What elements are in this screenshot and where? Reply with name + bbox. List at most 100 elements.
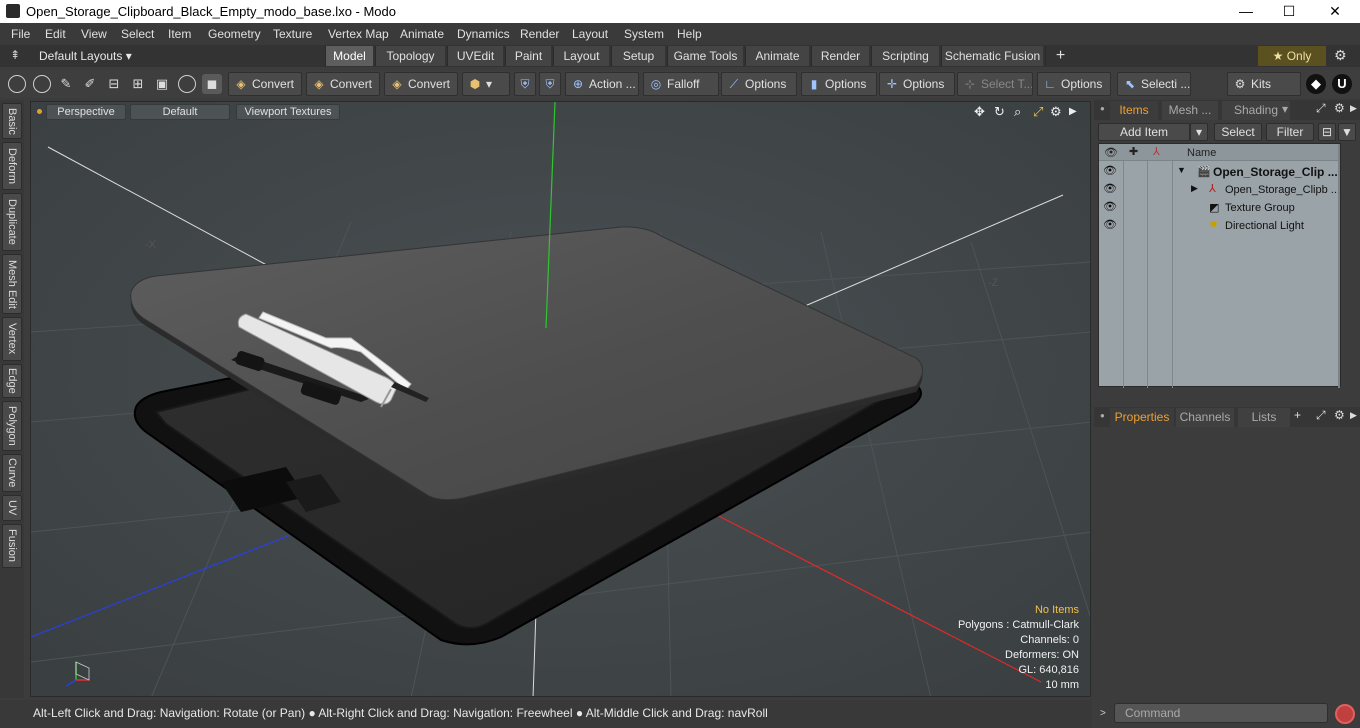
tab-game-tools[interactable]: Game Tools xyxy=(667,46,743,66)
convert-button-2[interactable]: ◈ Convert xyxy=(306,72,380,96)
tab-uv[interactable]: UV xyxy=(2,495,22,521)
cube-icon[interactable]: ◼ xyxy=(202,74,222,94)
scene-render[interactable] xyxy=(31,102,1091,697)
command-input[interactable]: Command xyxy=(1114,703,1328,723)
options-button-1[interactable]: ⟋ Options xyxy=(721,72,797,96)
tab-fusion[interactable]: Fusion xyxy=(2,524,22,568)
globe-icon[interactable] xyxy=(33,75,51,93)
unreal-icon[interactable]: U xyxy=(1332,74,1352,94)
rotate-icon[interactable]: ↻ xyxy=(994,104,1005,120)
pen-icon[interactable]: ✎ xyxy=(56,74,76,94)
tab-channels[interactable]: Channels xyxy=(1176,408,1234,427)
fit-icon[interactable]: ⤢ xyxy=(1033,104,1043,120)
gear-icon[interactable]: ⚙ xyxy=(1334,47,1347,64)
funnel-icon[interactable]: ▼ xyxy=(1338,123,1356,141)
expand-arrow-icon[interactable]: ▶ xyxy=(1069,106,1077,117)
menu-vertex-map[interactable]: Vertex Map xyxy=(328,27,389,41)
convert-button-3[interactable]: ◈ Convert xyxy=(384,72,458,96)
tab-animate[interactable]: Animate xyxy=(745,46,809,66)
panel-settings-icon[interactable]: ⚙ xyxy=(1334,408,1345,422)
panel-settings-icon[interactable]: ⚙ xyxy=(1334,101,1345,115)
tab-deform[interactable]: Deform xyxy=(2,142,22,190)
tab-schematic-fusion[interactable]: Schematic Fusion xyxy=(941,46,1043,66)
only-toggle[interactable]: ★ Only xyxy=(1258,46,1326,66)
action-center-button[interactable]: ⊕ Action ... xyxy=(565,72,639,96)
menu-file[interactable]: File xyxy=(11,27,30,41)
menu-select[interactable]: Select xyxy=(121,27,154,41)
add-tab-button[interactable]: + xyxy=(1294,408,1301,422)
tab-edge[interactable]: Edge xyxy=(2,364,22,398)
menu-item[interactable]: Item xyxy=(168,27,191,41)
list-item[interactable]: 👁 ✹ Directional Light xyxy=(1099,217,1340,235)
tab-scripting[interactable]: Scripting xyxy=(871,46,939,66)
name-column-header[interactable]: Name xyxy=(1187,147,1216,159)
tab-properties[interactable]: Properties xyxy=(1110,408,1174,427)
panel-expand-icon[interactable]: ▶ xyxy=(1350,410,1357,421)
menu-dynamics[interactable]: Dynamics xyxy=(457,27,510,41)
close-button[interactable]: ✕ xyxy=(1320,2,1350,21)
tab-topology[interactable]: Topology xyxy=(375,46,445,66)
minimize-button[interactable]: — xyxy=(1231,2,1261,21)
add-item-button[interactable]: Add Item xyxy=(1098,123,1190,141)
visibility-eye-icon[interactable]: 👁 xyxy=(1103,164,1117,177)
maximize-button[interactable]: ☐ xyxy=(1274,2,1304,21)
tab-paint[interactable]: Paint xyxy=(505,46,551,66)
visibility-eye-icon[interactable]: 👁 xyxy=(1103,182,1117,195)
shading-default-dropdown[interactable]: Default xyxy=(130,104,230,120)
falloff-button[interactable]: ◎ Falloff xyxy=(643,72,719,96)
viewport-textures-dropdown[interactable]: Viewport Textures xyxy=(236,104,340,120)
menu-help[interactable]: Help xyxy=(677,27,702,41)
add-tab-button[interactable]: + xyxy=(1045,46,1075,66)
symmetry-icon-button[interactable]: ⛨ xyxy=(539,72,561,96)
tabs-dropdown-icon[interactable]: ▾ xyxy=(1282,102,1288,116)
edges-icon[interactable]: ⊟ xyxy=(104,74,124,94)
menu-edit[interactable]: Edit xyxy=(45,27,66,41)
select-through-button[interactable]: ⊹ Select T... xyxy=(957,72,1033,96)
3d-viewport[interactable]: -X -Z Perspective Default Viewport Textu… xyxy=(30,101,1091,697)
tab-mesh-edit[interactable]: Mesh Edit xyxy=(2,254,22,314)
add-item-dropdown[interactable]: ▾ xyxy=(1190,123,1208,141)
tab-model[interactable]: Model xyxy=(325,46,373,66)
options-button-4[interactable]: ∟ Options xyxy=(1037,72,1111,96)
menu-system[interactable]: System xyxy=(624,27,664,41)
menu-texture[interactable]: Texture xyxy=(273,27,312,41)
tab-basic[interactable]: Basic xyxy=(2,103,22,139)
kits-button[interactable]: ⚙ Kits xyxy=(1227,72,1301,96)
tab-vertex[interactable]: Vertex xyxy=(2,317,22,361)
tab-items[interactable]: Items xyxy=(1110,101,1158,120)
item-list[interactable]: 👁 ✚ ⅄ Name 👁 ▼ 🎬 Open_Storage_Clip ... 👁… xyxy=(1098,143,1341,388)
tab-duplicate[interactable]: Duplicate xyxy=(2,193,22,251)
tab-lists[interactable]: Lists xyxy=(1238,408,1290,427)
convert-button-1[interactable]: ◈ Convert xyxy=(228,72,302,96)
lock-column-icon[interactable]: ✚ xyxy=(1129,145,1138,158)
selection-sets-button[interactable]: ⬉ Selecti ... xyxy=(1117,72,1191,96)
perspective-dropdown[interactable]: Perspective xyxy=(46,104,126,120)
expand-arrow-icon[interactable]: ▼ xyxy=(1177,165,1186,175)
list-item[interactable]: 👁 ▼ 🎬 Open_Storage_Clip ... xyxy=(1099,163,1340,181)
menu-view[interactable]: View xyxy=(81,27,107,41)
maximize-panel-icon[interactable]: ⤢ xyxy=(1316,408,1326,423)
tab-uvedit[interactable]: UVEdit xyxy=(447,46,503,66)
zoom-icon[interactable]: ⌕ xyxy=(1014,104,1021,120)
mesh-dropdown[interactable]: ⬢ ▾ xyxy=(462,72,510,96)
materials-icon[interactable] xyxy=(178,75,196,93)
list-item[interactable]: 👁 ▶ ⅄ Open_Storage_Clipb ... xyxy=(1099,181,1340,199)
polygons-icon[interactable]: ⊞ xyxy=(128,74,148,94)
options-button-2[interactable]: ▮ Options xyxy=(801,72,877,96)
tab-render[interactable]: Render xyxy=(811,46,869,66)
options-button-3[interactable]: ✛ Options xyxy=(879,72,955,96)
tab-setup[interactable]: Setup xyxy=(611,46,665,66)
pan-icon[interactable]: ✥ xyxy=(974,104,985,120)
items-icon[interactable]: ▣ xyxy=(152,74,172,94)
filter-button[interactable]: Filter xyxy=(1266,123,1314,141)
tab-shading[interactable]: Shading xyxy=(1222,101,1290,120)
visibility-eye-icon[interactable]: 👁 xyxy=(1103,200,1117,213)
menu-render[interactable]: Render xyxy=(520,27,559,41)
menu-geometry[interactable]: Geometry xyxy=(208,27,261,41)
tab-polygon[interactable]: Polygon xyxy=(2,401,22,451)
tab-mesh[interactable]: Mesh ... xyxy=(1162,101,1218,120)
expand-arrow-icon[interactable]: ▶ xyxy=(1191,183,1198,194)
list-item[interactable]: 👁 ◩ Texture Group xyxy=(1099,199,1340,217)
viewport-settings-icon[interactable]: ⚙ xyxy=(1050,104,1062,120)
maximize-panel-icon[interactable]: ⤢ xyxy=(1316,101,1326,116)
